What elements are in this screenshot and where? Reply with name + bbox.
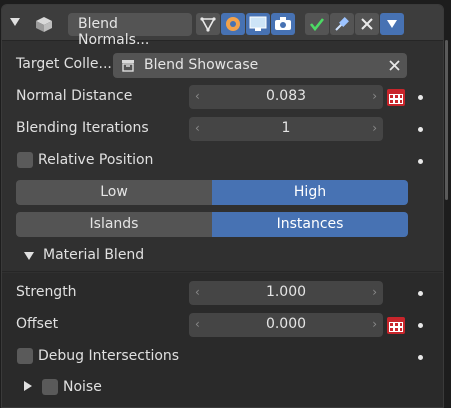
modifier-panel: Blend Normals... Target Colle... Blend S… xyxy=(1,4,444,408)
animate-property-dot[interactable] xyxy=(418,323,423,328)
target-collection-field[interactable]: Blend Showcase xyxy=(113,53,407,78)
modifier-name-field[interactable]: Blend Normals... xyxy=(68,13,192,48)
keyframe-calendar-icon[interactable] xyxy=(385,314,407,336)
offset-label: Offset xyxy=(16,316,59,332)
increment-arrow-icon[interactable]: › xyxy=(372,121,377,135)
instances-option[interactable]: Instances xyxy=(212,212,408,237)
scrollbar[interactable] xyxy=(445,40,448,200)
on-cage-toggle[interactable] xyxy=(221,13,245,35)
monitor-icon xyxy=(249,16,267,31)
chevron-down-icon xyxy=(24,252,34,260)
offset-value: 0.000 xyxy=(265,316,307,332)
blending-iterations-field[interactable]: ‹ 1 › xyxy=(189,117,383,141)
increment-arrow-icon[interactable]: › xyxy=(372,89,377,103)
apply-button[interactable] xyxy=(305,13,329,35)
relative-position-checkbox[interactable] xyxy=(17,152,33,168)
debug-intersections-label: Debug Intersections xyxy=(38,348,180,364)
remove-button[interactable] xyxy=(355,13,379,35)
strength-label: Strength xyxy=(16,284,77,300)
blending-iterations-label: Blending Iterations xyxy=(16,120,149,136)
viewport-toggle[interactable] xyxy=(246,13,270,35)
animate-property-dot[interactable] xyxy=(418,291,423,296)
chevron-down-icon[interactable] xyxy=(10,18,20,26)
strength-field[interactable]: ‹ 1.000 › xyxy=(189,281,383,305)
animate-property-dot[interactable] xyxy=(418,127,423,132)
strength-value: 1.000 xyxy=(265,284,307,300)
render-toggle[interactable] xyxy=(271,13,295,35)
normal-distance-field[interactable]: ‹ 0.083 › xyxy=(189,85,383,109)
pin-icon xyxy=(335,17,349,31)
debug-intersections-checkbox[interactable] xyxy=(17,348,33,364)
material-blend-title: Material Blend xyxy=(43,247,145,263)
chevron-right-icon[interactable] xyxy=(24,381,32,391)
blending-iterations-value: 1 xyxy=(281,120,291,136)
animate-property-dot[interactable] xyxy=(418,159,423,164)
checkmark-icon xyxy=(309,18,325,32)
islands-option[interactable]: Islands xyxy=(16,212,212,237)
animate-property-dot[interactable] xyxy=(418,95,423,100)
edit-mode-toggle[interactable] xyxy=(196,13,220,35)
offset-field[interactable]: ‹ 0.000 › xyxy=(189,313,383,337)
relative-position-label: Relative Position xyxy=(38,152,154,168)
low-option[interactable]: Low xyxy=(16,180,212,205)
modifier-header: Blend Normals... xyxy=(2,5,443,48)
clear-icon[interactable] xyxy=(389,60,400,71)
collection-box-icon xyxy=(122,60,134,72)
pin-button[interactable] xyxy=(330,13,354,35)
close-icon xyxy=(361,18,373,30)
gear-icon xyxy=(226,17,240,31)
extras-dropdown[interactable] xyxy=(380,13,404,35)
camera-icon xyxy=(275,17,291,30)
chevron-down-icon xyxy=(387,20,397,28)
normal-distance-value: 0.083 xyxy=(265,88,307,104)
target-collection-label: Target Colle... xyxy=(16,56,112,72)
triangle-vertices-icon xyxy=(200,17,216,32)
target-collection-value: Blend Showcase xyxy=(144,57,259,73)
material-blend-header[interactable]: Material Blend xyxy=(2,239,443,272)
noise-label: Noise xyxy=(63,379,102,395)
modifier-name: Blend Normals... xyxy=(78,16,150,48)
increment-arrow-icon[interactable]: › xyxy=(372,317,377,331)
normal-distance-label: Normal Distance xyxy=(16,88,133,104)
keyframe-calendar-icon[interactable] xyxy=(385,86,407,108)
increment-arrow-icon[interactable]: › xyxy=(372,285,377,299)
animate-property-dot[interactable] xyxy=(418,355,423,360)
noise-checkbox[interactable] xyxy=(42,379,58,395)
mesh-cube-icon xyxy=(36,17,52,32)
high-option[interactable]: High xyxy=(212,180,408,205)
